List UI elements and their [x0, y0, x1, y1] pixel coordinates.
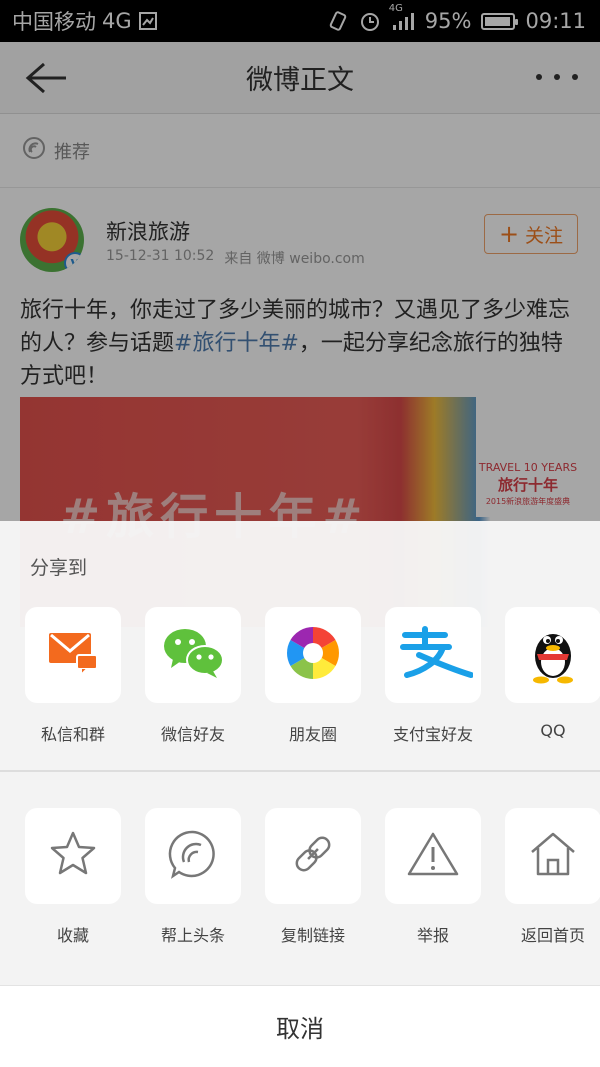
share-alipay-button[interactable]: 支付宝好友	[385, 607, 481, 745]
action-tile	[145, 808, 241, 904]
action-tile	[25, 808, 121, 904]
wechat-icon	[161, 626, 225, 684]
copy-link-button[interactable]: 复制链接	[265, 808, 361, 946]
favorite-button[interactable]: 收藏	[25, 808, 121, 946]
share-sheet-title: 分享到	[30, 557, 88, 579]
report-button[interactable]: 举报	[385, 808, 481, 946]
alipay-icon	[393, 625, 474, 685]
share-wechat-button[interactable]: 微信好友	[145, 607, 241, 745]
share-tile	[385, 607, 481, 703]
share-tile	[265, 607, 361, 703]
divider	[0, 770, 600, 772]
headline-icon	[167, 828, 219, 884]
share-label: 私信和群	[40, 725, 105, 744]
cancel-button[interactable]: 取消	[0, 985, 600, 1067]
message-group-icon	[47, 629, 99, 681]
action-label: 返回首页	[520, 926, 585, 945]
share-label: 微信好友	[160, 725, 225, 744]
return-home-button[interactable]: 返回首页	[505, 808, 600, 946]
action-label: 复制链接	[280, 926, 345, 945]
promote-headline-button[interactable]: 帮上头条	[145, 808, 241, 946]
qq-icon	[527, 622, 579, 688]
home-icon	[528, 830, 578, 882]
share-private-message-button[interactable]: 私信和群	[25, 607, 121, 745]
action-tile	[265, 808, 361, 904]
share-moments-button[interactable]: 朋友圈	[265, 607, 361, 745]
action-label: 举报	[416, 926, 449, 945]
action-tile	[385, 808, 481, 904]
share-tile	[145, 607, 241, 703]
action-label: 收藏	[56, 926, 89, 945]
link-icon	[289, 830, 337, 882]
share-label: 朋友圈	[288, 725, 337, 744]
moments-icon	[285, 625, 341, 685]
share-sheet: 分享到 私信和群 微信好友 朋友圈 支付宝好友 QQ 收藏 帮上头条 复制链接 …	[0, 521, 600, 1067]
share-qq-button[interactable]: QQ	[505, 607, 600, 740]
share-tile	[505, 607, 600, 703]
action-tile	[505, 808, 600, 904]
share-label: QQ	[540, 721, 566, 740]
warning-icon	[407, 831, 459, 881]
share-label: 支付宝好友	[392, 725, 473, 744]
star-icon	[48, 830, 98, 882]
share-tile	[25, 607, 121, 703]
action-label: 帮上头条	[160, 926, 225, 945]
